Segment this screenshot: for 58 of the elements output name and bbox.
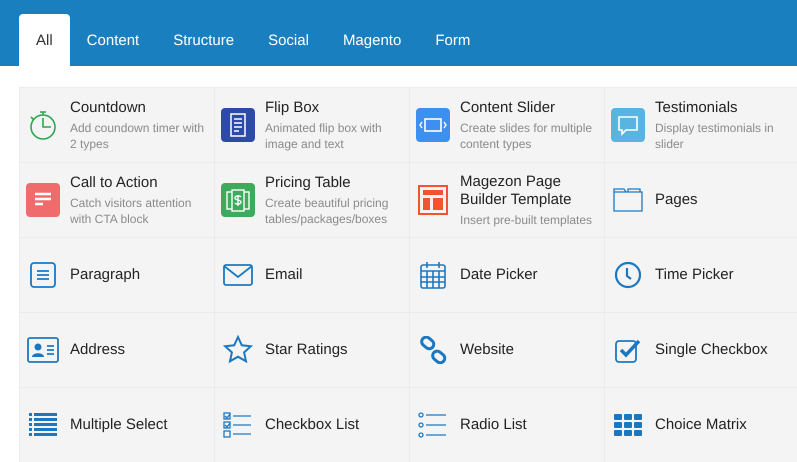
element-tile[interactable]: Countdown Add coundown timer with 2 types — [20, 88, 214, 162]
element-tile[interactable]: Paragraph — [20, 238, 214, 312]
element-description: Catch visitors attention with CTA block — [70, 194, 192, 226]
element-tile[interactable]: Call to Action Catch visitors attention with CTA block — [20, 163, 214, 237]
text-lines-icon — [26, 183, 60, 217]
element-tile[interactable]: Email — [215, 238, 409, 312]
element-tile[interactable]: Magezon Page Builder Template Insert pre-built templates — [410, 163, 604, 237]
element-tile[interactable]: Checkbox List — [215, 388, 409, 462]
element-title: Magezon Page Builder Template — [460, 172, 572, 208]
element-description: Animated flip box with image and text — [265, 120, 383, 152]
element-tile[interactable]: Pricing Table Create beautiful pricing tables/packages/boxes — [215, 163, 409, 237]
element-description: Create slides for multiple content types — [460, 120, 594, 152]
element-title: Countdown — [70, 98, 147, 116]
element-title: Paragraph — [70, 266, 140, 284]
document-icon — [221, 108, 255, 142]
element-title: Star Ratings — [265, 341, 348, 359]
tab[interactable]: Form — [418, 14, 488, 66]
element-tile[interactable]: Choice Matrix — [605, 388, 797, 462]
tab[interactable]: Magento — [326, 14, 418, 66]
element-title: Date Picker — [460, 266, 538, 284]
element-tile[interactable]: Single Checkbox — [605, 313, 797, 387]
element-title: Address — [70, 341, 126, 359]
tab[interactable]: Social — [251, 14, 326, 66]
element-title: Website — [460, 341, 514, 359]
element-tile[interactable]: Radio List — [410, 388, 604, 462]
element-tile[interactable]: Multiple Select — [20, 388, 214, 462]
element-title: Choice Matrix — [655, 416, 747, 434]
element-description: Create beautiful pricing tables/packages/boxes — [265, 194, 390, 226]
tab[interactable]: All — [19, 14, 70, 66]
element-tile[interactable]: Date Picker — [410, 238, 604, 312]
element-title: Flip Box — [265, 98, 320, 116]
element-title: Call to Action — [70, 174, 159, 192]
element-title: Testimonials — [655, 98, 739, 116]
layout-icon — [416, 183, 450, 217]
speech-bubble-icon — [611, 108, 645, 142]
element-tile[interactable]: Flip Box Animated flip box with image and text — [215, 88, 409, 162]
element-title: Radio List — [460, 416, 527, 434]
element-title: Pricing Table — [265, 174, 352, 192]
element-tile[interactable]: Pages — [605, 163, 797, 237]
element-tile[interactable]: Content Slider Create slides for multiple content types — [410, 88, 604, 162]
element-tile[interactable]: Time Picker — [605, 238, 797, 312]
element-title: Email — [265, 266, 303, 284]
element-description: Insert pre-built templates — [460, 212, 594, 228]
element-tile[interactable]: Testimonials Display testimonials in slider — [605, 88, 797, 162]
element-title: Checkbox List — [265, 416, 360, 434]
element-tile[interactable]: Website — [410, 313, 604, 387]
slides-icon — [416, 108, 450, 142]
element-title: Multiple Select — [70, 416, 168, 434]
element-description: Display testimonials in slider — [655, 120, 775, 152]
element-tile[interactable]: Address — [20, 313, 214, 387]
element-title: Pages — [655, 191, 698, 209]
element-description: Add coundown timer with 2 types — [70, 120, 206, 152]
element-title: Content Slider — [460, 98, 556, 116]
element-title: Single Checkbox — [655, 341, 768, 359]
element-title: Time Picker — [655, 266, 734, 284]
tab[interactable]: Structure — [156, 14, 252, 66]
element-tile[interactable]: Star Ratings — [215, 313, 409, 387]
tab[interactable]: Content — [70, 14, 156, 66]
